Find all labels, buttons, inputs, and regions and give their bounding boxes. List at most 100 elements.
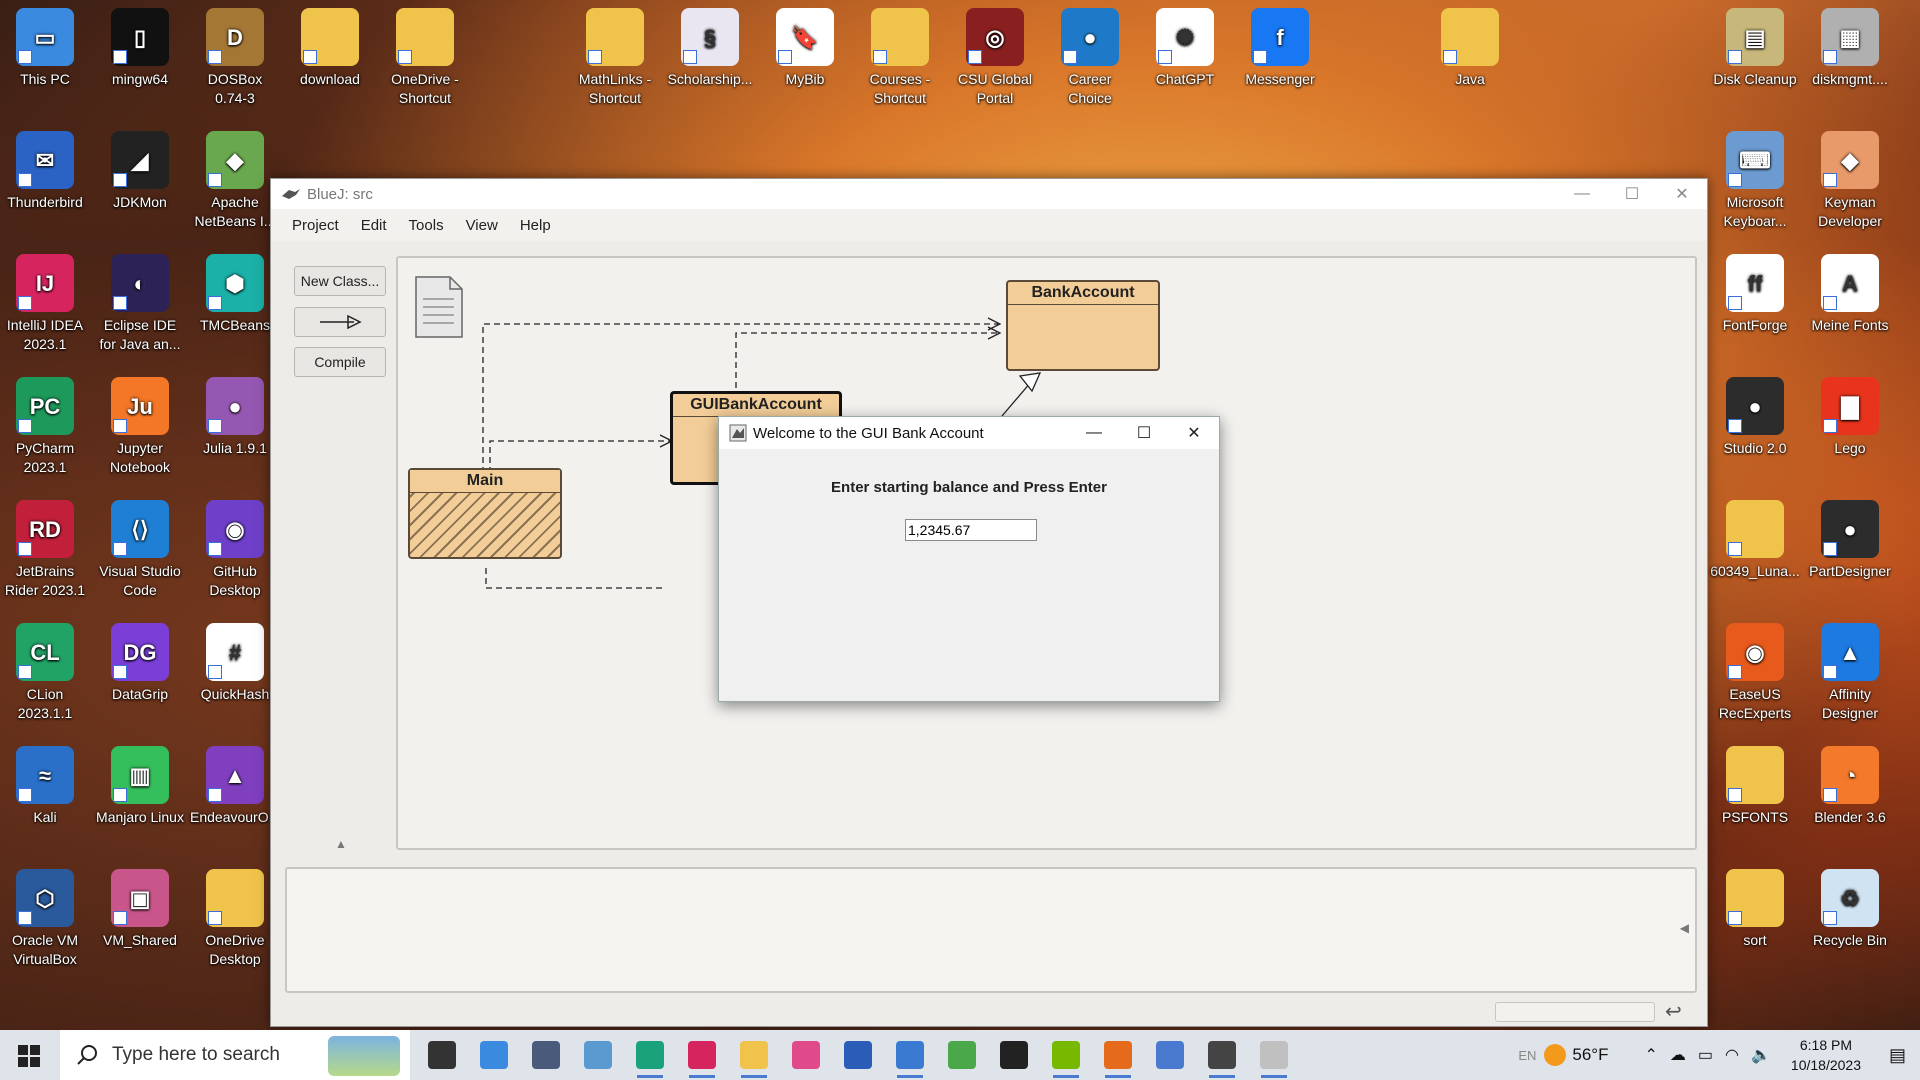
desktop-icon[interactable]: ⌨ Microsoft Keyboar... (1710, 131, 1800, 231)
desktop-icon[interactable]: ≈ Kali (0, 746, 90, 827)
desktop-icon[interactable]: sort (1710, 869, 1800, 950)
desktop-icon[interactable]: f Messenger (1235, 8, 1325, 89)
desktop-icon[interactable]: ◎ CSU Global Portal (950, 8, 1040, 108)
desktop-icon[interactable]: D DOSBox 0.74-3 (190, 8, 280, 108)
desktop-icon[interactable]: ⬡ Oracle VM VirtualBox (0, 869, 90, 969)
dialog-close-button[interactable]: ✕ (1169, 417, 1219, 449)
desktop-icon[interactable]: OneDrive Desktop (190, 869, 280, 969)
bluej-titlebar[interactable]: BlueJ: src — ☐ ✕ (271, 179, 1707, 209)
close-button[interactable]: ✕ (1657, 179, 1707, 209)
desktop-icon[interactable]: DG DataGrip (95, 623, 185, 704)
desktop-icon[interactable]: A Meine Fonts (1805, 254, 1895, 335)
taskbar-app[interactable] (988, 1030, 1040, 1080)
desktop-icon[interactable]: Ju Jupyter Notebook (95, 377, 185, 477)
minimize-button[interactable]: — (1557, 179, 1607, 209)
starting-balance-input[interactable] (905, 519, 1037, 541)
notifications-icon[interactable]: ▤ (1875, 1045, 1920, 1066)
inheritance-arrow-button[interactable] (294, 307, 386, 337)
class-bankaccount[interactable]: BankAccount (1006, 280, 1160, 371)
clock[interactable]: 6:18 PM 10/18/2023 (1777, 1035, 1875, 1075)
class-main[interactable]: Main (408, 468, 562, 559)
windows-start-icon[interactable] (18, 1045, 40, 1072)
dialog-titlebar[interactable]: Welcome to the GUI Bank Account — ☐ ✕ (719, 417, 1219, 449)
return-icon[interactable]: ↩ (1665, 999, 1682, 1024)
desktop-icon[interactable]: 🔖 MyBib (760, 8, 850, 89)
desktop-icon[interactable]: ◆ Apache NetBeans I... (190, 131, 280, 231)
desktop-icon[interactable]: MathLinks - Shortcut (570, 8, 660, 108)
desktop-icon[interactable]: ▯ mingw64 (95, 8, 185, 89)
taskbar-app[interactable] (676, 1030, 728, 1080)
taskbar-search[interactable] (60, 1030, 410, 1080)
desktop-icon[interactable]: ♻ Recycle Bin (1805, 869, 1895, 950)
desktop-icon[interactable]: ▲ EndeavourO... (190, 746, 280, 827)
desktop-icon[interactable]: ▦ diskmgmt.... (1805, 8, 1895, 89)
dialog-maximize-button[interactable]: ☐ (1119, 417, 1169, 449)
new-class-button[interactable]: New Class... (294, 266, 386, 296)
weather-temp[interactable]: 56°F (1572, 1045, 1638, 1065)
desktop-icon[interactable]: ● PartDesigner (1805, 500, 1895, 581)
taskbar-app[interactable] (728, 1030, 780, 1080)
menu-edit[interactable]: Edit (350, 217, 398, 234)
desktop-icon[interactable]: 60349_Luna... (1710, 500, 1800, 581)
taskbar-app[interactable] (884, 1030, 936, 1080)
taskbar-app[interactable] (416, 1030, 468, 1080)
desktop-icon[interactable]: ● Studio 2.0 (1710, 377, 1800, 458)
desktop-icon[interactable]: # QuickHash (190, 623, 280, 704)
chevron-up-icon[interactable]: ⌃ (1638, 1045, 1663, 1065)
desktop-icon[interactable]: ✉ Thunderbird (0, 131, 90, 212)
desktop-icon[interactable]: ⟨⟩ Visual Studio Code (95, 500, 185, 600)
taskbar-app[interactable] (1144, 1030, 1196, 1080)
desktop-icon[interactable]: ◢ JDKMon (95, 131, 185, 212)
battery-icon[interactable]: ▭ (1692, 1045, 1719, 1065)
search-input[interactable] (110, 1043, 354, 1067)
desktop-icon[interactable]: ◉ EaseUS RecExperts (1710, 623, 1800, 723)
language-indicator[interactable]: EN (1510, 1048, 1544, 1063)
menu-view[interactable]: View (455, 217, 509, 234)
taskbar-app[interactable] (936, 1030, 988, 1080)
collapse-left-icon[interactable]: ◀ (1680, 921, 1689, 935)
menu-help[interactable]: Help (509, 217, 562, 234)
desktop-icon[interactable]: ◉ GitHub Desktop (190, 500, 280, 600)
desktop-icon[interactable]: IJ IntelliJ IDEA 2023.1 (0, 254, 90, 354)
desktop-icon[interactable]: ▲ Affinity Designer (1805, 623, 1895, 723)
cloud-icon[interactable]: ☁ (1664, 1045, 1692, 1065)
taskbar-app[interactable] (780, 1030, 832, 1080)
menu-tools[interactable]: Tools (398, 217, 455, 234)
taskbar-app[interactable] (520, 1030, 572, 1080)
taskbar-app[interactable] (832, 1030, 884, 1080)
taskbar-app[interactable] (468, 1030, 520, 1080)
taskbar-app[interactable] (624, 1030, 676, 1080)
desktop-icon[interactable]: OneDrive - Shortcut (380, 8, 470, 108)
taskbar-app[interactable] (572, 1030, 624, 1080)
desktop-icon[interactable]: ⬢ TMCBeans (190, 254, 280, 335)
readme-document-icon[interactable] (414, 275, 464, 344)
menu-project[interactable]: Project (281, 217, 350, 234)
desktop-icon[interactable]: RD JetBrains Rider 2023.1 (0, 500, 90, 600)
taskbar-app[interactable] (1196, 1030, 1248, 1080)
desktop-icon[interactable]: ● Career Choice (1045, 8, 1135, 108)
desktop-icon[interactable]: ▥ Manjaro Linux (95, 746, 185, 827)
weather-icon[interactable] (1544, 1044, 1567, 1066)
desktop-icon[interactable]: ▣ VM_Shared (95, 869, 185, 950)
desktop-icon[interactable]: ◔ Blender 3.6 (1805, 746, 1895, 827)
desktop-icon[interactable]: Courses - Shortcut (855, 8, 945, 108)
desktop-icon[interactable]: CL CLion 2023.1.1 (0, 623, 90, 723)
desktop-icon[interactable]: ▭ This PC (0, 8, 90, 89)
taskbar-app[interactable] (1040, 1030, 1092, 1080)
dialog-minimize-button[interactable]: — (1069, 417, 1119, 449)
desktop-icon[interactable]: PC PyCharm 2023.1 (0, 377, 90, 477)
collapse-up-icon[interactable]: ▲ (335, 837, 347, 851)
desktop-icon[interactable]: ◐ Eclipse IDE for Java an... (95, 254, 185, 354)
desktop-icon[interactable]: download (285, 8, 375, 89)
desktop-icon[interactable]: ◆ Keyman Developer (1805, 131, 1895, 231)
taskbar-app[interactable] (1092, 1030, 1144, 1080)
maximize-button[interactable]: ☐ (1607, 179, 1657, 209)
desktop-icon[interactable]: Java (1425, 8, 1515, 89)
wifi-icon[interactable]: ◠ (1719, 1045, 1745, 1065)
desktop-icon[interactable]: PSFONTS (1710, 746, 1800, 827)
desktop-icon[interactable]: ▇ Lego (1805, 377, 1895, 458)
desktop-icon[interactable]: ● Julia 1.9.1 (190, 377, 280, 458)
desktop-icon[interactable]: ▤ Disk Cleanup (1710, 8, 1800, 89)
desktop-icon[interactable]: ff FontForge (1710, 254, 1800, 335)
taskbar-app[interactable] (1248, 1030, 1300, 1080)
